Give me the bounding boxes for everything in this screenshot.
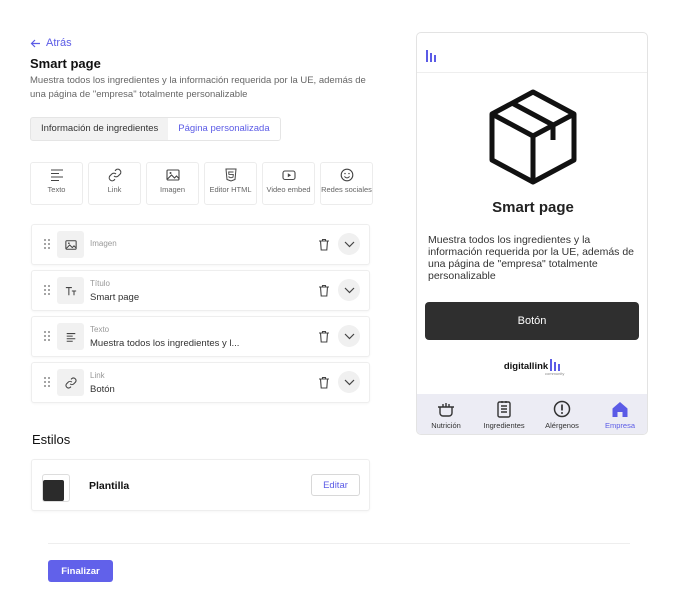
finish-button[interactable]: Finalizar bbox=[48, 560, 113, 582]
add-link-button[interactable]: Link bbox=[88, 162, 141, 205]
block-value: Smart page bbox=[90, 292, 140, 303]
box-icon bbox=[489, 89, 577, 185]
nav-label: Ingredientes bbox=[483, 421, 525, 430]
content-block-image[interactable]: Imagen bbox=[31, 224, 370, 265]
pot-icon bbox=[438, 403, 454, 417]
add-image-button[interactable]: Imagen bbox=[146, 162, 199, 205]
trash-icon[interactable] bbox=[318, 376, 330, 389]
preview-header bbox=[417, 33, 647, 73]
template-name: Plantilla bbox=[89, 480, 130, 492]
tool-label: Redes sociales bbox=[321, 185, 372, 194]
block-type-label: Link bbox=[90, 371, 105, 380]
block-type-label: Texto bbox=[90, 325, 110, 334]
add-html-button[interactable]: Editor HTML bbox=[204, 162, 257, 205]
block-type-icon bbox=[57, 277, 84, 304]
drag-handle-icon[interactable] bbox=[43, 238, 51, 250]
arrow-left-icon bbox=[30, 39, 40, 47]
expand-button[interactable] bbox=[338, 371, 360, 393]
block-type-icon bbox=[57, 369, 84, 396]
edit-button[interactable]: Editar bbox=[311, 474, 360, 496]
trash-icon[interactable] bbox=[318, 238, 330, 251]
block-toolbar: Texto Link Imagen Editor HTML Video embe… bbox=[30, 162, 373, 205]
tab-ingredient-info[interactable]: Información de ingredientes bbox=[31, 118, 168, 140]
tool-label: Link bbox=[107, 185, 122, 194]
list-icon bbox=[497, 401, 511, 418]
brand-name: digitallink bbox=[503, 361, 549, 372]
drag-handle-icon[interactable] bbox=[43, 376, 51, 388]
text-icon bbox=[66, 332, 75, 342]
add-video-button[interactable]: Video embed bbox=[262, 162, 315, 205]
heading-icon bbox=[65, 286, 76, 295]
nav-label: Alérgenos bbox=[545, 421, 579, 430]
nav-item-company[interactable]: Empresa bbox=[591, 394, 647, 434]
html5-icon bbox=[224, 168, 237, 182]
link-icon bbox=[65, 377, 76, 388]
expand-button[interactable] bbox=[338, 279, 360, 301]
content-blocks: Imagen Título Smart page Texto Muestra t… bbox=[31, 224, 370, 408]
back-link[interactable]: Atrás bbox=[30, 37, 72, 49]
tool-label: Imagen bbox=[159, 185, 186, 194]
text-icon bbox=[50, 169, 63, 182]
expand-button[interactable] bbox=[338, 325, 360, 347]
expand-button[interactable] bbox=[338, 233, 360, 255]
image-icon bbox=[165, 169, 180, 181]
nav-item-ingredients[interactable]: Ingredientes bbox=[475, 394, 533, 434]
trash-icon[interactable] bbox=[318, 330, 330, 343]
color-swatch[interactable] bbox=[43, 480, 64, 501]
drag-handle-icon[interactable] bbox=[43, 330, 51, 342]
image-icon bbox=[64, 239, 77, 250]
content-block-text[interactable]: Texto Muestra todos los ingredientes y l… bbox=[31, 316, 370, 357]
page-title: Smart page bbox=[30, 56, 101, 71]
nav-label: Empresa bbox=[604, 421, 635, 430]
alert-icon bbox=[553, 400, 571, 418]
smiley-icon bbox=[340, 168, 353, 182]
add-social-button[interactable]: Redes sociales bbox=[320, 162, 373, 205]
block-value: Muestra todos los ingredientes y l... bbox=[90, 338, 240, 349]
nav-label: Nutrición bbox=[431, 421, 461, 430]
tool-label: Texto bbox=[47, 185, 66, 194]
brand-subtext: community bbox=[545, 371, 565, 376]
preview-button[interactable]: Botón bbox=[425, 302, 639, 340]
footer-brand: digitallink community bbox=[417, 359, 647, 376]
video-icon bbox=[281, 170, 296, 181]
chevron-down-icon bbox=[344, 241, 354, 247]
drag-handle-icon[interactable] bbox=[43, 284, 51, 296]
tool-label: Editor HTML bbox=[209, 185, 252, 194]
chevron-down-icon bbox=[344, 379, 354, 385]
block-value: Botón bbox=[90, 384, 115, 395]
chevron-down-icon bbox=[344, 333, 354, 339]
bottom-nav: Nutrición Ingredientes Alérgenos Empresa bbox=[417, 394, 647, 434]
preview-title: Smart page bbox=[492, 199, 574, 216]
block-type-icon bbox=[57, 231, 84, 258]
page-description: Muestra todos los ingredientes y la info… bbox=[30, 75, 366, 100]
phone-preview: Smart page Muestra todos los ingrediente… bbox=[416, 32, 648, 435]
block-type-icon bbox=[57, 323, 84, 350]
preview-description: Muestra todos los ingredientes y la info… bbox=[428, 234, 635, 282]
back-label: Atrás bbox=[46, 37, 72, 49]
tab-bar: Información de ingredientes Página perso… bbox=[30, 117, 281, 141]
content-block-link[interactable]: Link Botón bbox=[31, 362, 370, 403]
styles-heading: Estilos bbox=[32, 432, 71, 447]
content-block-title[interactable]: Título Smart page bbox=[31, 270, 370, 311]
trash-icon[interactable] bbox=[318, 284, 330, 297]
chevron-down-icon bbox=[344, 287, 354, 293]
block-type-label: Imagen bbox=[90, 239, 117, 248]
divider bbox=[48, 543, 630, 544]
tool-label: Video embed bbox=[266, 185, 311, 194]
add-text-button[interactable]: Texto bbox=[30, 162, 83, 205]
brand-logo-icon bbox=[426, 50, 436, 62]
block-type-label: Título bbox=[90, 279, 111, 288]
home-icon bbox=[612, 402, 628, 417]
tab-custom-page[interactable]: Página personalizada bbox=[168, 118, 280, 140]
template-style-card: Plantilla Editar bbox=[31, 459, 370, 511]
nav-item-nutrition[interactable]: Nutrición bbox=[417, 394, 475, 434]
nav-item-allergens[interactable]: Alérgenos bbox=[533, 394, 591, 434]
link-icon bbox=[108, 168, 121, 182]
